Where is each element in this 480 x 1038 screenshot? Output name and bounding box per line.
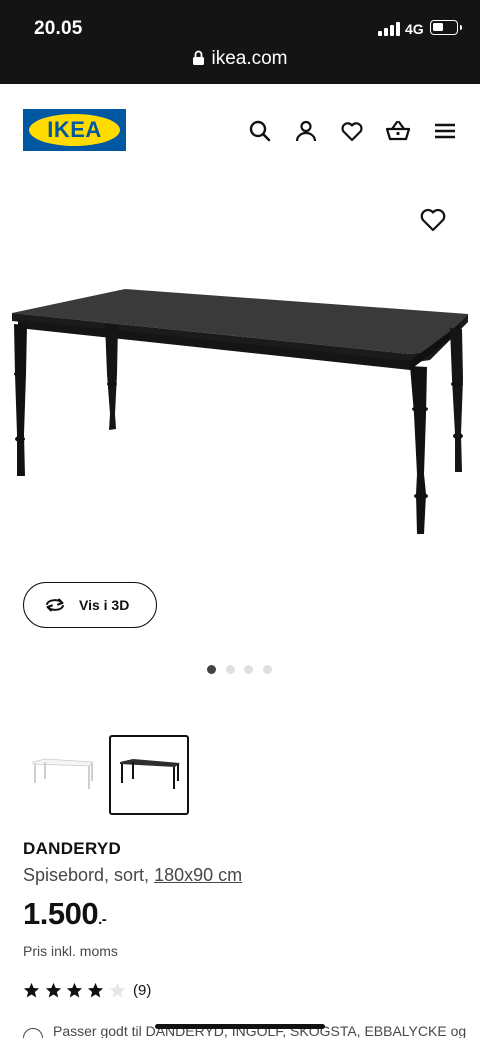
star-filled-icon — [87, 982, 104, 998]
carousel-dot[interactable] — [263, 665, 272, 674]
product-description: Spisebord, sort, 180x90 cm — [23, 865, 242, 886]
price-vat-note: Pris inkl. moms — [23, 943, 118, 959]
white-table-thumbnail — [32, 758, 94, 789]
status-time: 20.05 — [34, 18, 83, 39]
lock-icon — [193, 50, 205, 65]
menu-icon[interactable] — [432, 118, 458, 144]
product-image-area[interactable] — [0, 174, 480, 574]
black-table-thumbnail — [120, 759, 180, 789]
star-empty-icon — [109, 982, 126, 998]
variant-thumbnail-black[interactable] — [109, 735, 189, 815]
product-price: 1.500.- — [23, 896, 107, 932]
star-filled-icon — [66, 982, 83, 998]
price-suffix: .- — [98, 911, 107, 928]
view-in-3d-label: Vis i 3D — [79, 597, 130, 613]
view-in-3d-button[interactable]: Vis i 3D — [23, 582, 157, 628]
review-count: (9) — [133, 982, 152, 999]
rotate-3d-icon — [46, 598, 64, 612]
ikea-logo[interactable]: IKEA — [23, 109, 126, 151]
carousel-dot[interactable] — [207, 665, 216, 674]
star-filled-icon — [23, 982, 40, 998]
address-bar[interactable]: ikea.com — [0, 48, 480, 70]
network-type: 4G — [405, 21, 424, 37]
signal-icon — [378, 22, 400, 36]
product-name: DANDERYD — [23, 839, 122, 858]
url-text: ikea.com — [211, 48, 288, 69]
site-header: IKEA — [0, 84, 480, 174]
compatibility-icon — [23, 1028, 43, 1038]
star-filled-icon — [45, 982, 62, 998]
product-type: Spisebord, sort, — [23, 865, 150, 885]
product-image — [12, 289, 468, 534]
home-indicator — [155, 1024, 325, 1029]
basket-icon[interactable] — [385, 118, 411, 144]
search-icon[interactable] — [247, 118, 273, 144]
battery-icon — [430, 20, 462, 35]
status-bar: 20.05 4G ikea.com — [0, 0, 480, 84]
price-value: 1.500 — [23, 896, 99, 931]
carousel-dot[interactable] — [226, 665, 235, 674]
carousel-dot[interactable] — [244, 665, 253, 674]
user-icon[interactable] — [293, 118, 319, 144]
heart-icon[interactable] — [339, 118, 365, 144]
variant-thumbnail-white[interactable] — [23, 735, 103, 815]
product-size-link[interactable]: 180x90 cm — [154, 865, 242, 885]
